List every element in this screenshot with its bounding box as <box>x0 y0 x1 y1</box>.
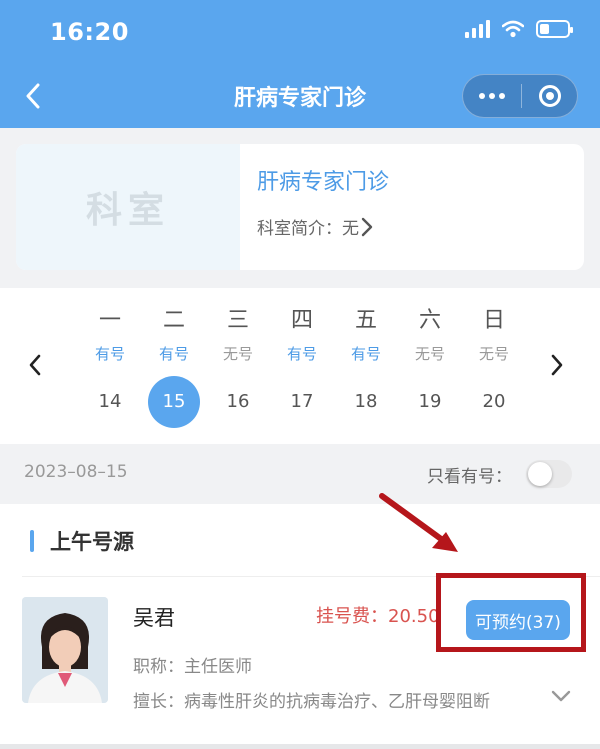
department-thumb-text: 科室 <box>85 190 170 231</box>
availability-label: 无号 <box>414 345 445 363</box>
close-button[interactable] <box>522 75 577 117</box>
signal-icon <box>465 20 490 38</box>
date-number: 17 <box>290 391 314 412</box>
availability-label: 无号 <box>222 345 253 363</box>
department-thumbnail: 科室 <box>16 144 240 270</box>
availability-label: 有号 <box>350 345 381 363</box>
previous-week-button[interactable] <box>20 350 50 380</box>
weekday-label: 一 <box>98 308 121 333</box>
battery-icon <box>536 20 573 38</box>
more-button[interactable] <box>463 75 521 117</box>
doctor-avatar <box>22 597 108 703</box>
more-dots-icon <box>479 93 485 99</box>
mini-program-capsule <box>462 74 578 118</box>
date-selector: 一 有号 14 二 有号 15 三 无号 16 四 有号 17 五 有号 18 … <box>0 288 600 444</box>
date-number: 14 <box>98 391 122 412</box>
section-title: 上午号源 <box>50 530 134 554</box>
date-number: 18 <box>354 391 378 412</box>
section-header: 上午号源 <box>30 526 134 556</box>
weekday-label: 四 <box>290 308 313 333</box>
target-circle-icon <box>538 85 561 107</box>
doctor-title: 职称：主任医师 <box>133 657 252 677</box>
next-week-button[interactable] <box>542 350 572 380</box>
calendar-day[interactable]: 六 无号 19 <box>400 306 460 428</box>
annotation-highlight-box <box>436 573 586 652</box>
calendar-day[interactable]: 五 有号 18 <box>336 306 396 428</box>
selected-date: 2023–08–15 <box>24 462 128 482</box>
department-card: 科室 肝病专家门诊 科室简介：无 <box>16 144 584 270</box>
annotation-arrow-icon <box>379 493 458 552</box>
availability-label: 无号 <box>478 345 509 363</box>
only-available-label: 只看有号： <box>427 467 512 487</box>
bottom-strip <box>0 744 600 749</box>
calendar-day[interactable]: 日 无号 20 <box>464 306 524 428</box>
status-icons <box>465 20 573 38</box>
top-bar: 16:20 肝病专家门诊 <box>0 0 600 128</box>
department-intro-link[interactable]: 科室简介：无 <box>257 214 373 239</box>
filter-row: 2023–08–15 只看有号： <box>0 446 600 502</box>
date-number: 19 <box>418 391 442 412</box>
calendar-day[interactable]: 四 有号 17 <box>272 306 332 428</box>
chevron-left-icon <box>29 354 41 376</box>
registration-fee: 挂号费：20.50 <box>316 606 440 627</box>
weekday-label: 二 <box>162 308 185 333</box>
expand-button[interactable] <box>546 684 576 708</box>
chevron-right-icon <box>361 217 373 236</box>
toggle-knob <box>528 462 552 486</box>
status-time: 16:20 <box>50 18 129 46</box>
wifi-icon <box>502 20 524 38</box>
department-name: 肝病专家门诊 <box>257 170 390 195</box>
doctor-specialty: 擅长：病毒性肝炎的抗病毒治疗、乙肝母婴阻断 <box>133 692 490 712</box>
calendar-day[interactable]: 一 有号 14 <box>80 306 140 428</box>
chevron-down-icon <box>551 690 571 702</box>
department-intro-label: 科室简介：无 <box>257 219 359 239</box>
calendar-day[interactable]: 三 无号 16 <box>208 306 268 428</box>
availability-label: 有号 <box>94 345 125 363</box>
weekday-label: 三 <box>226 308 249 333</box>
section-accent-bar <box>30 530 34 552</box>
weekday-label: 五 <box>354 308 377 333</box>
date-number: 20 <box>482 391 506 412</box>
only-available-toggle[interactable] <box>526 460 572 488</box>
weekday-label: 日 <box>482 308 505 333</box>
date-number: 16 <box>226 391 250 412</box>
availability-label: 有号 <box>158 345 189 363</box>
chevron-right-icon <box>551 354 563 376</box>
availability-label: 有号 <box>286 345 317 363</box>
calendar-day-selected[interactable]: 二 有号 15 <box>144 306 204 428</box>
doctor-name: 吴君 <box>133 606 175 630</box>
weekday-label: 六 <box>418 308 441 333</box>
date-number: 15 <box>148 376 200 428</box>
